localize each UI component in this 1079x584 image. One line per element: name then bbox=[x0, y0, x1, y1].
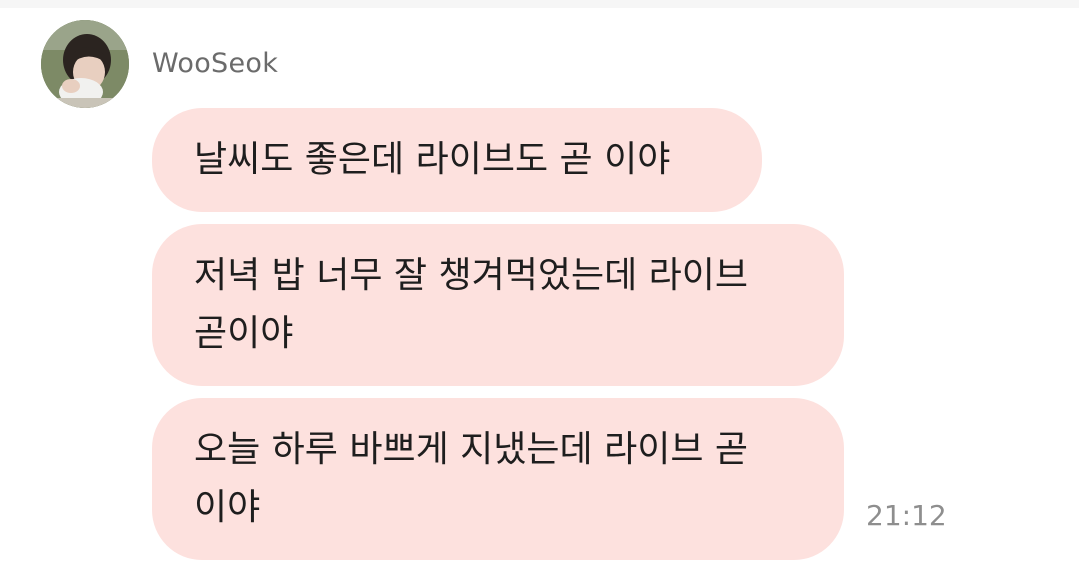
message-bubble[interactable]: 날씨도 좋은데 라이브도 곧 이야 bbox=[152, 108, 762, 212]
profile-photo-icon bbox=[41, 20, 129, 108]
avatar[interactable] bbox=[41, 20, 129, 108]
message-line: 저녁 밥 너무 잘 챙겨먹었는데 라이브 bbox=[194, 255, 749, 296]
message-line: 날씨도 좋은데 라이브도 곧 이야 bbox=[194, 139, 671, 180]
message-text: 오늘 하루 바쁘게 지냈는데 라이브 곧 이야 bbox=[194, 421, 748, 537]
message-timestamp: 21:12 bbox=[866, 499, 947, 532]
message-text: 저녁 밥 너무 잘 챙겨먹었는데 라이브 곧이야 bbox=[194, 247, 748, 363]
sender-name: WooSeok bbox=[152, 48, 279, 79]
message-line: 이야 bbox=[194, 487, 261, 528]
message-bubble[interactable]: 오늘 하루 바쁘게 지냈는데 라이브 곧 이야 bbox=[152, 398, 844, 560]
message-line: 곧이야 bbox=[194, 313, 294, 354]
message-bubble[interactable]: 저녁 밥 너무 잘 챙겨먹었는데 라이브 곧이야 bbox=[152, 224, 844, 386]
message-text: 날씨도 좋은데 라이브도 곧 이야 bbox=[194, 131, 670, 189]
top-status-strip bbox=[0, 0, 1079, 8]
message-line: 오늘 하루 바쁘게 지냈는데 라이브 곧 bbox=[194, 429, 749, 470]
